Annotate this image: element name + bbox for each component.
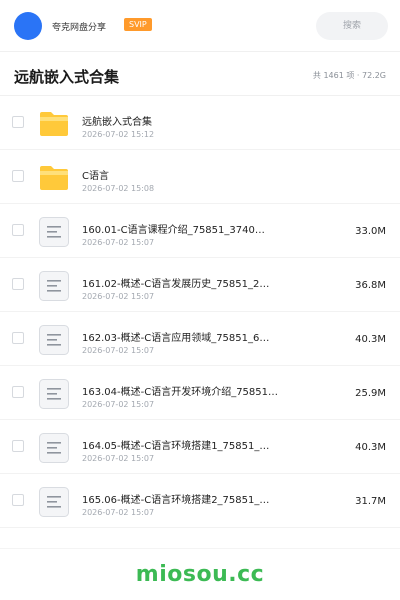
item-checkbox[interactable] (12, 116, 24, 128)
list-item[interactable]: 165.06-概述-C语言环境搭建2_75851_… 2026-07-02 15… (0, 474, 400, 528)
item-checkbox[interactable] (12, 332, 24, 344)
list-item[interactable]: 163.04-概述-C语言开发环境介绍_75851… 2026-07-02 15… (0, 366, 400, 420)
share-header: 夸克网盘分享 SVIP 搜索 (0, 0, 400, 52)
file-date: 2026-07-02 15:07 (82, 238, 155, 247)
file-date: 2026-07-02 15:07 (82, 508, 155, 517)
watermark: miosou.cc (135, 562, 265, 587)
file-name: 远航嵌入式合集 (82, 117, 152, 128)
page-title: 远航嵌入式合集 (14, 68, 120, 86)
file-size: 40.3M (355, 334, 386, 345)
document-icon (39, 325, 69, 355)
file-size: 33.0M (355, 226, 386, 237)
folder-icon (40, 112, 68, 136)
divider (0, 548, 400, 549)
item-checkbox[interactable] (12, 494, 24, 506)
file-date: 2026-07-02 15:12 (82, 130, 155, 139)
file-date: 2026-07-02 15:07 (82, 400, 155, 409)
item-checkbox[interactable] (12, 278, 24, 290)
document-icon (39, 217, 69, 247)
document-icon (39, 487, 69, 517)
file-date: 2026-07-02 15:07 (82, 292, 155, 301)
file-size: 25.9M (355, 388, 386, 399)
file-size: 36.8M (355, 280, 386, 291)
list-item[interactable]: 161.02-概述-C语言发展历史_75851_2… 2026-07-02 15… (0, 258, 400, 312)
search-input[interactable]: 搜索 (316, 12, 388, 40)
file-name: 162.03-概述-C语言应用领域_75851_6… (82, 333, 270, 344)
file-list: 远航嵌入式合集 2026-07-02 15:12 C语言 2026-07-02 … (0, 96, 400, 528)
file-date: 2026-07-02 15:07 (82, 346, 155, 355)
file-date: 2026-07-02 15:08 (82, 184, 155, 193)
item-checkbox[interactable] (12, 224, 24, 236)
list-item[interactable]: 164.05-概述-C语言环境搭建1_75851_… 2026-07-02 15… (0, 420, 400, 474)
file-name: 160.01-C语言课程介绍_75851_3740… (82, 225, 265, 236)
list-item[interactable]: 162.03-概述-C语言应用领域_75851_6… 2026-07-02 15… (0, 312, 400, 366)
item-checkbox[interactable] (12, 170, 24, 182)
share-title: 夸克网盘分享 (52, 23, 107, 33)
document-icon (39, 379, 69, 409)
file-name: 161.02-概述-C语言发展历史_75851_2… (82, 279, 270, 290)
document-icon (39, 433, 69, 463)
file-name: 165.06-概述-C语言环境搭建2_75851_… (82, 495, 270, 506)
folder-icon (40, 166, 68, 190)
file-name: C语言 (82, 171, 109, 182)
svip-badge: SVIP (124, 18, 152, 31)
file-size: 31.7M (355, 496, 386, 507)
file-name: 163.04-概述-C语言开发环境介绍_75851… (82, 387, 279, 398)
folder-summary: 共 1461 项 · 72.2G (312, 71, 386, 80)
avatar[interactable] (14, 12, 42, 40)
document-icon (39, 271, 69, 301)
list-item[interactable]: C语言 2026-07-02 15:08 (0, 150, 400, 204)
item-checkbox[interactable] (12, 386, 24, 398)
folder-header: 远航嵌入式合集 共 1461 项 · 72.2G (0, 52, 400, 96)
list-item[interactable]: 160.01-C语言课程介绍_75851_3740… 2026-07-02 15… (0, 204, 400, 258)
file-date: 2026-07-02 15:07 (82, 454, 155, 463)
file-size: 40.3M (355, 442, 386, 453)
file-name: 164.05-概述-C语言环境搭建1_75851_… (82, 441, 270, 452)
list-item[interactable]: 远航嵌入式合集 2026-07-02 15:12 (0, 96, 400, 150)
item-checkbox[interactable] (12, 440, 24, 452)
